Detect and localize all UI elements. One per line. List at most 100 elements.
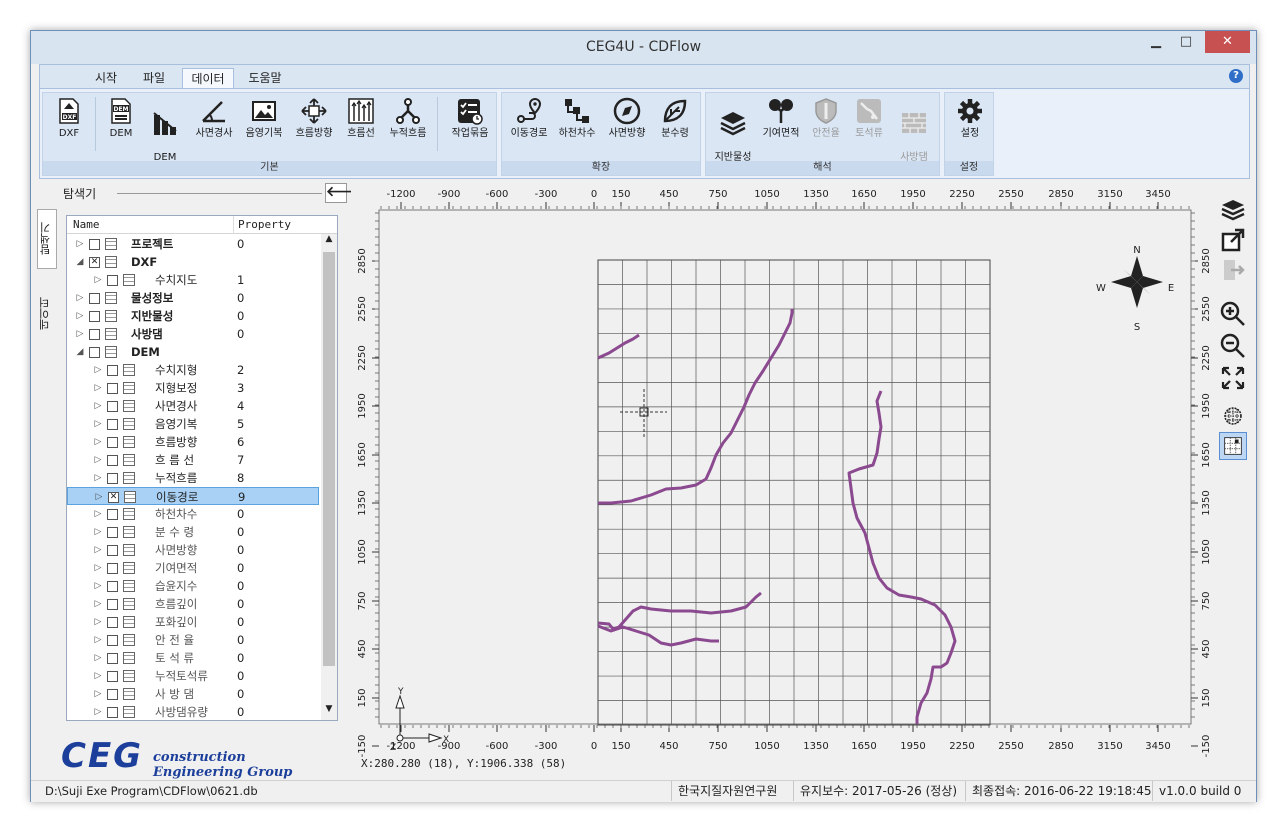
visibility-checkbox[interactable] xyxy=(107,365,118,376)
aspect-button[interactable]: 사면방향 xyxy=(604,95,650,140)
dem-button[interactable]: DEM DEM xyxy=(101,95,141,140)
tree-row[interactable]: ▷ 토 석 류 0 xyxy=(67,649,319,667)
tab-file[interactable]: 파일 xyxy=(134,68,174,89)
map-view[interactable]: -1200 -1200 -900 -900 -600 -600 -300 -300 0 0 150 1… xyxy=(351,183,1216,773)
dxf-button[interactable]: DXF DXF xyxy=(47,95,91,140)
scroll-up-icon[interactable]: ▲ xyxy=(321,234,337,250)
expand-toggle-icon[interactable]: ▷ xyxy=(93,505,103,523)
side-tab-explorer[interactable]: 탐색기 xyxy=(37,209,57,269)
expand-toggle-icon[interactable]: ▷ xyxy=(75,307,85,325)
tree-row[interactable]: ▷ 지형보정 3 xyxy=(67,379,319,397)
tree-row[interactable]: ▷ 수치지도 1 xyxy=(67,271,319,289)
visibility-checkbox[interactable] xyxy=(89,329,100,340)
visibility-checkbox[interactable] xyxy=(107,617,118,628)
expand-toggle-icon[interactable]: ▷ xyxy=(93,415,103,433)
expand-toggle-icon[interactable]: ▷ xyxy=(75,235,85,253)
expand-toggle-icon[interactable]: ▷ xyxy=(93,361,103,379)
debris-flow-button[interactable]: 토석류 xyxy=(846,95,892,140)
visibility-checkbox[interactable] xyxy=(107,581,118,592)
tree-row[interactable]: ▷ 사 방 댐 0 xyxy=(67,685,319,703)
visibility-checkbox[interactable] xyxy=(107,545,118,556)
tree-row[interactable]: ▷ 물성정보 0 xyxy=(67,289,319,307)
expand-toggle-icon[interactable]: ▷ xyxy=(93,523,103,541)
visibility-checkbox[interactable] xyxy=(107,383,118,394)
grid-globe-icon[interactable] xyxy=(1219,402,1247,430)
visibility-checkbox[interactable] xyxy=(107,599,118,610)
expand-toggle-icon[interactable]: ▷ xyxy=(93,649,103,667)
tree-row[interactable]: ▷ 포화깊이 0 xyxy=(67,613,319,631)
hillshade-button[interactable]: 음영기복 xyxy=(241,95,287,140)
settings-button[interactable]: 설정 xyxy=(949,95,991,140)
fit-extent-icon[interactable] xyxy=(1219,364,1247,392)
tree-row[interactable]: ▷ 사방댐 0 xyxy=(67,325,319,343)
batch-job-button[interactable]: 작업묶음 xyxy=(445,95,495,140)
visibility-checkbox[interactable] xyxy=(107,419,118,430)
close-button[interactable]: ✕ xyxy=(1205,31,1250,53)
expand-toggle-icon[interactable]: ▷ xyxy=(93,451,103,469)
tree-row[interactable]: ▷ 기여면적 0 xyxy=(67,559,319,577)
visibility-checkbox[interactable] xyxy=(107,707,118,718)
expand-toggle-icon[interactable]: ▷ xyxy=(93,667,103,685)
collapse-panel-button[interactable]: 🡐 xyxy=(325,183,364,203)
safety-factor-button[interactable]: 안전율 xyxy=(806,95,846,140)
expand-toggle-icon[interactable]: ▷ xyxy=(93,433,103,451)
accumulated-flow-button[interactable]: 누적흐름 xyxy=(385,95,431,140)
zoom-out-icon[interactable] xyxy=(1219,332,1247,360)
grid-toggle-button[interactable] xyxy=(1219,432,1247,460)
visibility-checkbox[interactable] xyxy=(107,473,118,484)
side-tab-data[interactable]: 데이터 xyxy=(37,279,57,349)
tree-row[interactable]: ▷ 안 전 율 0 xyxy=(67,631,319,649)
tree-row[interactable]: ▷ 음영기복 5 xyxy=(67,415,319,433)
maximize-button[interactable]: □ xyxy=(1172,31,1200,53)
expand-toggle-icon[interactable]: ▷ xyxy=(93,469,103,487)
tree-row[interactable]: ▷ 흐름방향 6 xyxy=(67,433,319,451)
movement-path-button[interactable]: 이동경로 xyxy=(506,95,552,140)
tree-row[interactable]: ▷ 누적흐름 8 xyxy=(67,469,319,487)
expand-toggle-icon[interactable]: ▷ xyxy=(93,703,103,720)
tree-row[interactable]: ▷ 프로젝트 0 xyxy=(67,235,319,253)
expand-toggle-icon[interactable]: ▷ xyxy=(93,379,103,397)
layers-icon[interactable] xyxy=(1219,196,1247,224)
tree-row[interactable]: ▷ 누적토석류 0 xyxy=(67,667,319,685)
tree-row[interactable]: ▷ 흐 름 선 7 xyxy=(67,451,319,469)
expand-toggle-icon[interactable]: ▷ xyxy=(93,271,103,289)
export-icon[interactable] xyxy=(1219,226,1247,254)
visibility-checkbox[interactable] xyxy=(89,239,100,250)
exit-icon[interactable] xyxy=(1219,256,1247,284)
tree-row[interactable]: ▷ 수치지형 2 xyxy=(67,361,319,379)
expand-toggle-icon[interactable]: ▷ xyxy=(93,541,103,559)
visibility-checkbox[interactable] xyxy=(89,311,100,322)
tree-row[interactable]: ▷ 사면경사 4 xyxy=(67,397,319,415)
tree-row[interactable]: ▷ 하천차수 0 xyxy=(67,505,319,523)
flow-line-button[interactable]: 흐름선 xyxy=(341,95,381,140)
tab-help[interactable]: 도움말 xyxy=(240,68,290,89)
visibility-checkbox[interactable] xyxy=(107,401,118,412)
expand-toggle-icon[interactable]: ▷ xyxy=(75,325,85,343)
map-canvas[interactable]: -1200-1200-900-900-600-600-300-300001501… xyxy=(351,183,1216,773)
tree-row[interactable]: ▷ 사면방향 0 xyxy=(67,541,319,559)
zoom-in-icon[interactable] xyxy=(1219,300,1247,328)
minimize-button[interactable]: ▁ xyxy=(1142,31,1170,53)
expand-toggle-icon[interactable]: ◢ xyxy=(75,343,85,361)
expand-toggle-icon[interactable]: ▷ xyxy=(93,685,103,703)
tree-row[interactable]: ◢ DEM xyxy=(67,343,319,361)
visibility-checkbox[interactable] xyxy=(107,671,118,682)
visibility-checkbox[interactable] xyxy=(107,437,118,448)
expand-toggle-icon[interactable]: ▷ xyxy=(93,595,103,613)
stream-order-button[interactable]: 하천차수 xyxy=(554,95,600,140)
expand-toggle-icon[interactable]: ▷ xyxy=(93,397,103,415)
scroll-down-icon[interactable]: ▼ xyxy=(321,704,337,720)
visibility-checkbox[interactable] xyxy=(107,455,118,466)
tree-row[interactable]: ▷ 흐름깊이 0 xyxy=(67,595,319,613)
visibility-checkbox[interactable] xyxy=(107,275,118,286)
watershed-button[interactable]: 분수령 xyxy=(652,95,698,140)
visibility-checkbox[interactable] xyxy=(89,347,100,358)
tab-start[interactable]: 시작 xyxy=(86,68,126,89)
expand-toggle-icon[interactable]: ▷ xyxy=(93,613,103,631)
visibility-checkbox[interactable] xyxy=(89,293,100,304)
tree-row[interactable]: ▷ 지반물성 0 xyxy=(67,307,319,325)
help-icon[interactable]: ? xyxy=(1229,69,1243,83)
tree-row[interactable]: ◢ ✕ DXF xyxy=(67,253,319,271)
column-property[interactable]: Property xyxy=(233,216,291,234)
scroll-thumb[interactable] xyxy=(323,252,335,666)
